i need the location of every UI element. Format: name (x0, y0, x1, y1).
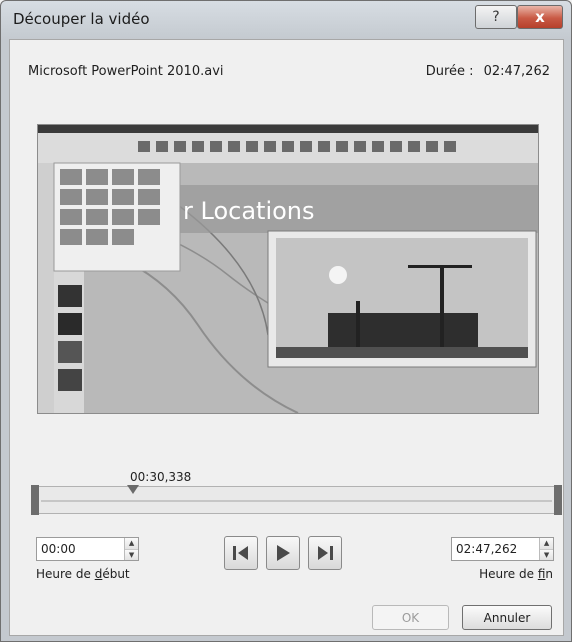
duration-info: Durée : 02:47,262 (426, 64, 550, 79)
start-handle[interactable] (31, 485, 39, 515)
start-time-label: Heure de début (36, 567, 130, 581)
duration-label: Durée : (425, 64, 474, 79)
decrement-icon[interactable]: ▼ (540, 548, 553, 560)
dialog-body: Microsoft PowerPoint 2010.avi Durée : 02… (9, 39, 564, 636)
end-handle[interactable] (554, 485, 562, 515)
slide-title-text: r Locations (183, 197, 315, 225)
start-time-spinner: ▲ ▼ (36, 537, 139, 561)
end-time-spinner: ▲ ▼ (451, 537, 554, 561)
play-button[interactable] (266, 536, 300, 570)
help-icon: ? (492, 9, 500, 25)
cancel-button[interactable]: Annuler (462, 605, 552, 630)
video-preview: r Locations (37, 124, 539, 414)
increment-icon[interactable]: ▲ (125, 538, 138, 549)
end-time-label: Heure de fin (479, 567, 553, 581)
decrement-icon[interactable]: ▼ (125, 548, 138, 560)
timeline-track[interactable] (31, 485, 562, 515)
start-time-arrows: ▲ ▼ (124, 538, 138, 560)
current-time-label: 00:30,338 (130, 470, 192, 484)
duration-value: 02:47,262 (483, 64, 550, 79)
end-time-field[interactable] (452, 538, 540, 560)
file-name: Microsoft PowerPoint 2010.avi (28, 64, 224, 79)
title-bar: Découper la vidéo ? x (1, 1, 571, 35)
increment-icon[interactable]: ▲ (540, 538, 553, 549)
help-button[interactable]: ? (475, 5, 517, 29)
timeline-line (41, 500, 552, 502)
previous-frame-icon (233, 546, 248, 560)
next-frame-button[interactable] (308, 536, 342, 570)
ok-button[interactable]: OK (372, 605, 449, 630)
next-frame-icon (318, 546, 333, 560)
start-time-field[interactable] (37, 538, 125, 560)
trim-video-dialog: Découper la vidéo ? x Microsoft PowerPoi… (0, 0, 572, 642)
close-button[interactable]: x (517, 5, 563, 29)
end-time-arrows: ▲ ▼ (539, 538, 553, 560)
video-frame-image: r Locations (38, 125, 538, 413)
window-title: Découper la vidéo (13, 10, 150, 28)
previous-frame-button[interactable] (224, 536, 258, 570)
close-icon: x (535, 8, 545, 26)
playhead-marker[interactable] (126, 485, 139, 494)
play-icon (277, 545, 290, 561)
